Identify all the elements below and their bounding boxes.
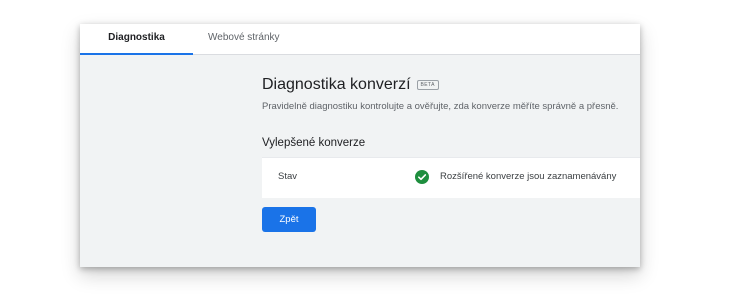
section-title: Vylepšené konverze (262, 137, 366, 149)
status-text: Rozšířené konverze jsou zaznamenávány (440, 171, 617, 182)
status-card: Stav Rozšířené konverze jsou zaznamenává… (262, 157, 640, 198)
status-label: Stav (278, 171, 298, 182)
beta-badge: BETA (416, 80, 439, 90)
active-tab-indicator (80, 53, 193, 55)
page-title: Diagnostika konverzí (262, 76, 411, 93)
tab-label: Diagnostika (108, 32, 165, 43)
page-header: Diagnostika konverzí BETA (262, 76, 439, 94)
app-window: Diagnostika Webové stránky Diagnostika k… (80, 24, 640, 267)
check-circle-icon (415, 170, 429, 184)
tab-label: Webové stránky (208, 32, 280, 43)
tab-bar: Diagnostika Webové stránky (80, 24, 640, 55)
tab-webove-stranky[interactable]: Webové stránky (208, 24, 288, 54)
page-subtitle: Pravidelně diagnostiku kontrolujte a ově… (262, 101, 619, 112)
tab-diagnostika[interactable]: Diagnostika (80, 24, 193, 55)
back-button[interactable]: Zpět (262, 207, 316, 232)
